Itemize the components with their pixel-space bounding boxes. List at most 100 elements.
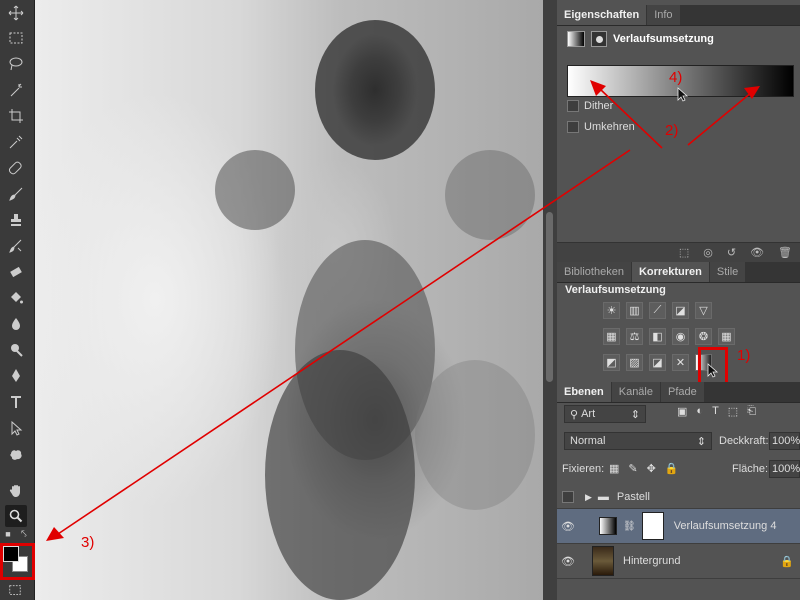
tab-adjustments[interactable]: Korrekturen	[631, 262, 709, 282]
dither-checkbox[interactable]	[567, 100, 579, 112]
blend-mode-select[interactable]: Normal ⇕	[564, 432, 712, 450]
blur-tool[interactable]	[5, 313, 27, 335]
color-balance-icon[interactable]: ⚖	[626, 328, 643, 345]
trash-icon[interactable]: 🗑	[778, 246, 792, 259]
layers-panel: Ebenen Kanäle Pfade ⚲ Art ⇕ ▣ ◐ T ⬚ ⎗ No…	[557, 382, 800, 600]
move-tool[interactable]	[5, 2, 27, 24]
exposure-icon[interactable]: ◪	[672, 302, 689, 319]
shape-filter-icon[interactable]: ⬚	[728, 405, 738, 418]
path-selection-tool[interactable]	[5, 417, 27, 439]
tab-styles[interactable]: Stile	[709, 262, 746, 282]
tab-info[interactable]: Info	[647, 5, 680, 25]
tab-libraries[interactable]: Bibliotheken	[557, 262, 631, 282]
document-canvas[interactable]	[35, 0, 543, 600]
reverse-option[interactable]: Umkehren	[567, 121, 635, 133]
eyedropper-icon	[9, 135, 23, 149]
image-filter-icon[interactable]: ▣	[677, 405, 687, 418]
black-white-icon[interactable]: ◧	[649, 328, 666, 345]
lock-all-icon[interactable]: 🔒	[665, 462, 679, 475]
layer-row-adjustment[interactable]: 👁 ⛓ Verlaufsumsetzung 4	[557, 509, 800, 544]
fill-input[interactable]: 100%	[769, 460, 800, 478]
adjustments-panel: Bibliotheken Korrekturen Stile Verlaufsu…	[557, 262, 800, 380]
layer-mask-thumbnail[interactable]	[641, 512, 664, 540]
eraser-tool[interactable]	[5, 261, 27, 283]
photo-filter-icon[interactable]: ◉	[672, 328, 689, 345]
eyedropper-tool[interactable]	[5, 131, 27, 153]
lasso-tool[interactable]	[5, 53, 27, 75]
tab-layers[interactable]: Ebenen	[557, 382, 611, 402]
layer-filter-select[interactable]: ⚲ Art ⇕	[564, 405, 646, 423]
eye-icon[interactable]: 👁	[557, 555, 579, 568]
threshold-icon[interactable]: ◪	[649, 354, 666, 371]
canvas-scrollbar[interactable]	[543, 0, 557, 600]
paint-bucket-tool[interactable]	[5, 287, 27, 309]
tab-paths[interactable]: Pfade	[661, 382, 704, 402]
arrow-cursor-icon	[11, 420, 23, 436]
view-previous-icon[interactable]: ◎	[703, 246, 713, 259]
properties-tabs: Eigenschaften Info	[557, 5, 800, 26]
bandage-icon	[8, 161, 22, 175]
magic-wand-tool[interactable]	[5, 79, 27, 101]
posterize-icon[interactable]: ▨	[626, 354, 643, 371]
hand-icon	[9, 485, 20, 497]
gradient-map-icon	[567, 31, 585, 47]
brush-icon	[9, 187, 23, 201]
brush-tool[interactable]	[5, 183, 27, 205]
eye-icon[interactable]: 👁	[557, 520, 579, 533]
annotation-label-3: 3)	[81, 534, 95, 551]
tab-properties[interactable]: Eigenschaften	[557, 5, 647, 25]
triangle-icon[interactable]: ▽	[695, 302, 712, 319]
crop-tool[interactable]	[5, 105, 27, 127]
clone-stamp-tool[interactable]	[5, 209, 27, 231]
figure-head-dark	[315, 20, 435, 160]
color-lookup-icon[interactable]: ▦	[718, 328, 735, 345]
pen-tool[interactable]	[5, 365, 27, 387]
dodge-tool[interactable]	[5, 339, 27, 361]
swap-colors-icon[interactable]: ⤣	[18, 528, 30, 540]
search-icon: ⚲	[570, 408, 579, 421]
default-colors-icon[interactable]: ■	[2, 528, 14, 540]
opacity-input[interactable]: 100%	[769, 432, 800, 450]
lock-position-icon[interactable]: ✥	[647, 462, 656, 475]
zoom-tool[interactable]	[5, 505, 27, 527]
selective-color-icon[interactable]: ✕	[672, 354, 689, 371]
channel-mixer-icon[interactable]: ❂	[695, 328, 712, 345]
layer-row-background[interactable]: 👁 Hintergrund 🔒	[557, 544, 800, 579]
layer-mask-icon[interactable]	[591, 31, 607, 47]
lock-transparency-icon[interactable]: ▦	[609, 462, 619, 475]
reset-icon[interactable]: ↺	[727, 246, 736, 259]
invert-icon[interactable]: ◩	[603, 354, 620, 371]
brightness-contrast-icon[interactable]: ☀	[603, 302, 620, 319]
layer-row-group[interactable]: ▶ ▬ Pastell	[557, 486, 800, 509]
disclosure-triangle-icon[interactable]: ▶	[585, 492, 592, 503]
vibrance-icon[interactable]: ▦	[603, 328, 620, 345]
tab-channels[interactable]: Kanäle	[611, 382, 660, 402]
healing-brush-tool[interactable]	[5, 157, 27, 179]
history-brush-icon	[9, 239, 22, 253]
type-filter-icon[interactable]: T	[712, 405, 719, 418]
curves-icon[interactable]: ⟋	[649, 302, 666, 319]
levels-icon[interactable]: ▥	[626, 302, 643, 319]
shape-tool[interactable]	[5, 443, 27, 465]
adjustments-row-1: ☀ ▥ ⟋ ◪ ▽	[603, 302, 712, 319]
marquee-tool[interactable]	[5, 27, 27, 49]
visibility-icon[interactable]: 👁	[750, 246, 764, 259]
scroll-thumb[interactable]	[546, 212, 553, 382]
annotation-label-4: 4)	[669, 69, 683, 86]
visibility-toggle-empty[interactable]	[562, 491, 574, 503]
lock-icon: 🔒	[780, 555, 794, 568]
quick-mask-icon[interactable]	[8, 583, 22, 597]
type-tool[interactable]	[5, 391, 27, 413]
history-brush-tool[interactable]	[5, 235, 27, 257]
opacity-label: Deckkraft:	[719, 435, 769, 447]
pen-icon	[12, 369, 20, 382]
link-icon[interactable]: ⛓	[623, 521, 636, 532]
hand-tool[interactable]	[5, 479, 27, 501]
clip-to-layer-icon[interactable]: ⬚	[679, 246, 689, 259]
reverse-checkbox[interactable]	[567, 121, 579, 133]
smart-object-filter-icon[interactable]: ⎗	[747, 405, 756, 418]
layer-name: Verlaufsumsetzung 4	[673, 520, 777, 532]
lock-pixels-icon[interactable]: ✎	[628, 462, 637, 475]
adjustment-filter-icon[interactable]: ◐	[696, 405, 703, 418]
dither-option[interactable]: Dither	[567, 100, 613, 112]
